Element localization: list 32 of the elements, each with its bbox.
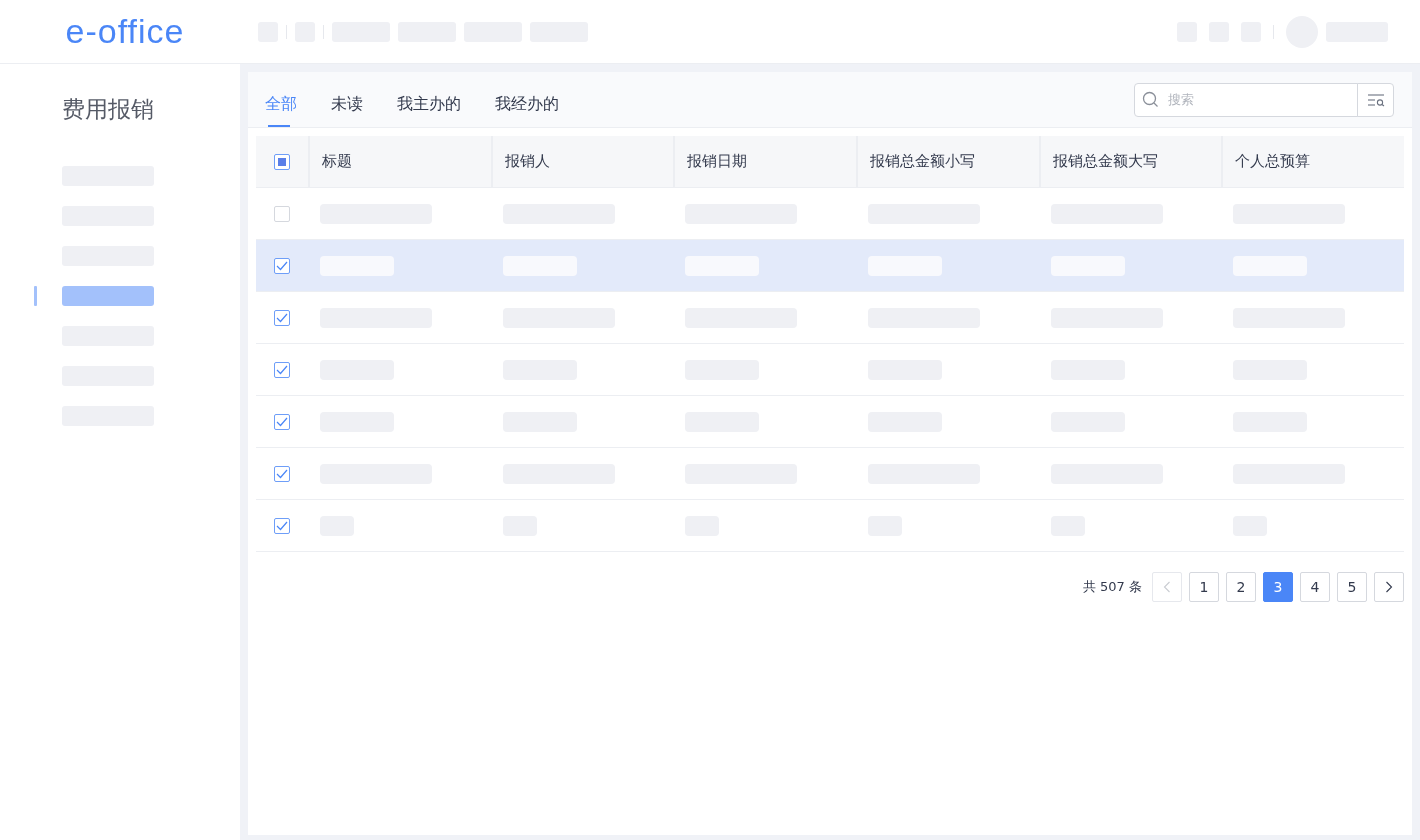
select-all-checkbox[interactable] (274, 153, 290, 170)
row-checkbox[interactable] (274, 205, 290, 222)
column-header: 报销总金额大写 (1038, 136, 1222, 187)
column-header: 个人总预算 (1221, 136, 1405, 187)
next-page-button[interactable] (1374, 572, 1404, 602)
row-checkbox[interactable] (274, 361, 290, 378)
active-indicator (34, 286, 37, 306)
tab[interactable]: 未读 (331, 72, 375, 127)
column-header: 报销日期 (673, 136, 856, 187)
filter-search-icon (1366, 92, 1385, 107)
total-count: 共 507 条 (1082, 578, 1142, 596)
row-checkbox[interactable] (274, 517, 290, 534)
page-button[interactable]: 4 (1300, 572, 1330, 602)
chevron-right-icon (1385, 581, 1393, 593)
row-checkbox[interactable] (274, 309, 290, 326)
row-checkbox[interactable] (274, 257, 290, 274)
chevron-left-icon (1163, 581, 1171, 593)
logo: e-office (65, 12, 185, 51)
row-checkbox[interactable] (274, 465, 290, 482)
row-checkbox[interactable] (274, 413, 290, 430)
page-button[interactable]: 2 (1226, 572, 1256, 602)
tab[interactable]: 我主办的 (397, 72, 473, 127)
filter-search-button[interactable] (1357, 82, 1394, 117)
column-header: 报销人 (490, 136, 674, 187)
sidebar-item-placeholder[interactable] (62, 286, 154, 306)
search-field[interactable]: 搜索 (1134, 82, 1358, 117)
page-button[interactable]: 1 (1189, 572, 1219, 602)
column-header: 标题 (308, 136, 491, 187)
column-header: 报销总金额小写 (856, 136, 1039, 187)
tab[interactable]: 我经办的 (495, 72, 571, 127)
sidebar-title: 费用报销 (61, 95, 155, 124)
page-button[interactable]: 5 (1337, 572, 1367, 602)
